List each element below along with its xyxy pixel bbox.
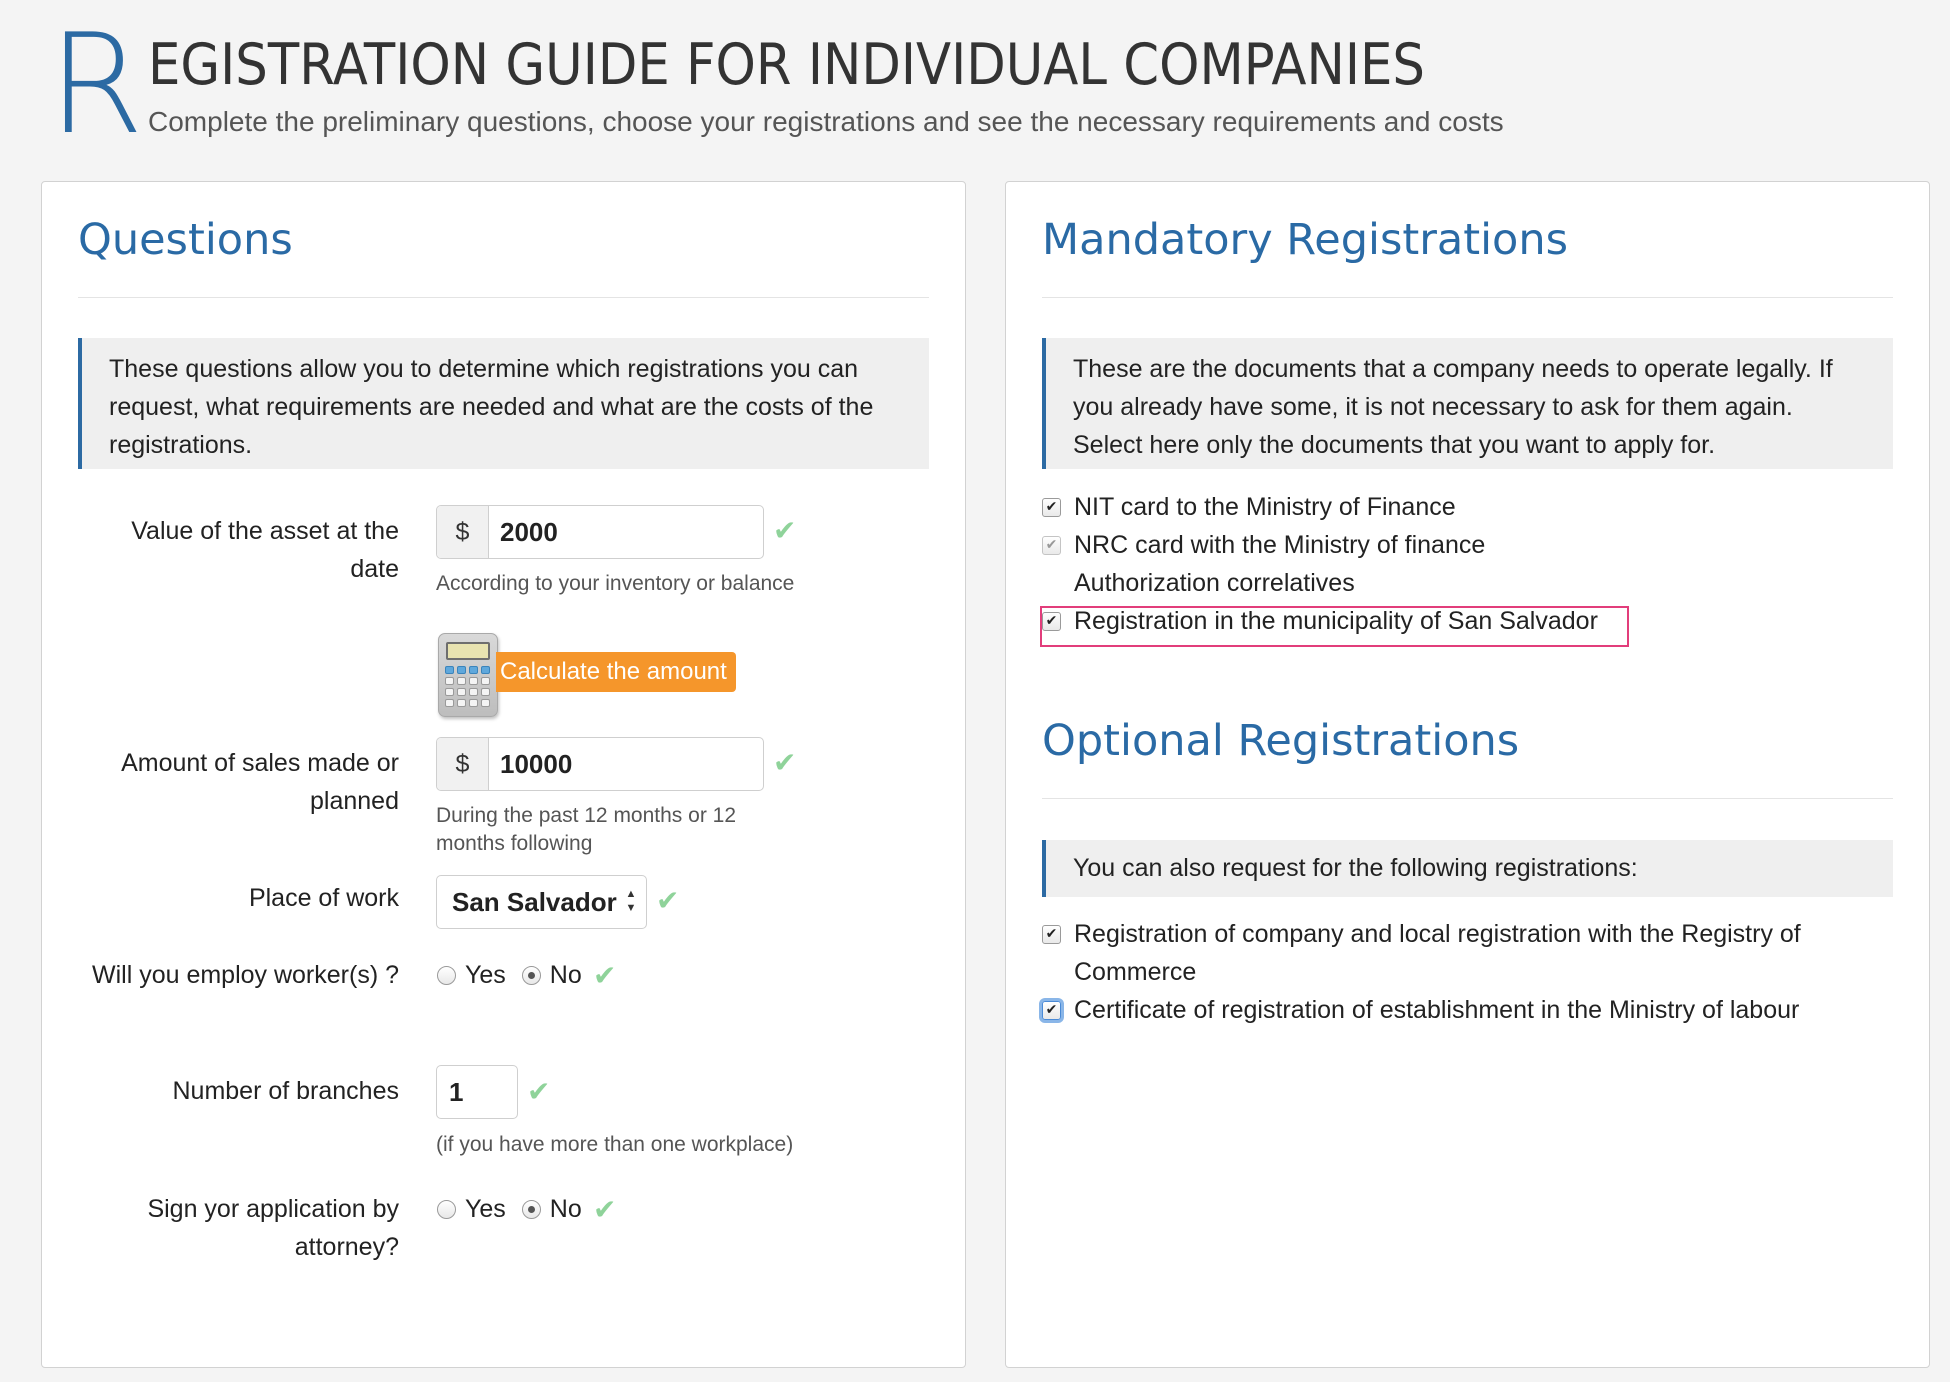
- place-select[interactable]: San Salvador ▲ ▼: [436, 875, 647, 929]
- mandatory-item-authorization: Authorization correlatives: [1042, 564, 1899, 602]
- attorney-radio-group: Yes No: [437, 1190, 598, 1228]
- optional-title: Optional Registrations: [1042, 716, 1520, 766]
- calculator-icon[interactable]: [438, 633, 498, 717]
- select-arrows-icon: ▲ ▼: [625, 888, 637, 914]
- optional-item-labour[interactable]: ✔ Certificate of registration of establi…: [1042, 991, 1899, 1029]
- municipality-label: Registration in the municipality of San …: [1074, 607, 1598, 635]
- branches-help: (if you have more than one workplace): [436, 1133, 794, 1156]
- sales-help: During the past 12 months or 12 months f…: [436, 804, 737, 855]
- attorney-yes-label[interactable]: Yes: [465, 1195, 506, 1224]
- sales-input[interactable]: 10000: [489, 738, 763, 790]
- commerce-label: Registration of company and local regist…: [1074, 920, 1801, 986]
- sales-label: Amount of sales made or planned: [121, 749, 399, 815]
- employ-yes-label[interactable]: Yes: [465, 961, 506, 990]
- labour-label: Certificate of registration of establish…: [1074, 996, 1800, 1024]
- page-subtitle: Complete the preliminary questions, choo…: [148, 106, 1504, 137]
- asset-help: According to your inventory or balance: [436, 572, 795, 595]
- employ-no-radio[interactable]: [521, 965, 541, 985]
- branches-input[interactable]: 1: [436, 1065, 518, 1119]
- asset-input[interactable]: 2000: [489, 506, 763, 558]
- asset-input-group[interactable]: $ 2000: [436, 505, 764, 559]
- mandatory-item-nrc: ✔ NRC card with the Ministry of finance: [1042, 526, 1899, 564]
- sales-input-group[interactable]: $ 10000: [436, 737, 764, 791]
- calculator-keys: [445, 666, 491, 707]
- calculator-screen: [446, 642, 490, 660]
- mandatory-intro: These are the documents that a company n…: [1042, 338, 1893, 469]
- mandatory-item-municipality[interactable]: ✔ Registration in the municipality of Sa…: [1042, 602, 1899, 640]
- mandatory-title: Mandatory Registrations: [1042, 215, 1569, 265]
- authorization-label: Authorization correlatives: [1074, 569, 1355, 597]
- employ-no-label[interactable]: No: [550, 961, 582, 990]
- registrations-panel: Mandatory Registrations These are the do…: [1005, 181, 1930, 1368]
- employ-yes-radio[interactable]: [437, 965, 456, 985]
- title-initial: R: [48, 4, 144, 165]
- questions-panel: Questions These questions allow you to d…: [41, 181, 966, 1368]
- municipality-checkbox[interactable]: ✔: [1042, 612, 1061, 631]
- check-icon: ✔: [656, 884, 680, 917]
- branches-label: Number of branches: [172, 1077, 399, 1105]
- optional-intro: You can also request for the following r…: [1042, 840, 1893, 897]
- divider: [1042, 798, 1893, 799]
- divider: [78, 297, 929, 298]
- page-title: EGISTRATION GUIDE FOR INDIVIDUAL COMPANI…: [148, 32, 1425, 98]
- attorney-label: Sign yor application by attorney?: [147, 1195, 399, 1261]
- nit-label: NIT card to the Ministry of Finance: [1074, 493, 1456, 521]
- check-icon: ✔: [527, 1075, 551, 1108]
- place-label: Place of work: [248, 884, 399, 912]
- page-header: R EGISTRATION GUIDE FOR INDIVIDUAL COMPA…: [48, 4, 1898, 165]
- questions-intro: These questions allow you to determine w…: [78, 338, 929, 469]
- questions-title: Questions: [78, 215, 293, 265]
- optional-item-commerce[interactable]: ✔ Registration of company and local regi…: [1042, 915, 1899, 991]
- check-icon: ✔: [593, 1193, 617, 1226]
- labour-checkbox[interactable]: ✔: [1042, 1001, 1061, 1020]
- divider: [1042, 297, 1893, 298]
- currency-addon: $: [437, 506, 489, 558]
- nit-checkbox[interactable]: ✔: [1042, 498, 1061, 517]
- nrc-checkbox: ✔: [1042, 536, 1061, 555]
- commerce-checkbox[interactable]: ✔: [1042, 925, 1061, 944]
- check-icon: ✔: [773, 746, 797, 779]
- nrc-label: NRC card with the Ministry of finance: [1074, 531, 1486, 559]
- mandatory-item-nit[interactable]: ✔ NIT card to the Ministry of Finance: [1042, 488, 1899, 526]
- place-selected-value: San Salvador: [452, 886, 617, 917]
- check-icon: ✔: [593, 959, 617, 992]
- attorney-yes-radio[interactable]: [437, 1199, 456, 1219]
- check-icon: ✔: [773, 514, 797, 547]
- attorney-no-label[interactable]: No: [550, 1195, 582, 1224]
- asset-label: Value of the asset at the date: [131, 517, 399, 583]
- calculate-amount-button[interactable]: Calculate the amount: [496, 652, 736, 692]
- employ-radio-group: Yes No: [437, 956, 598, 994]
- attorney-no-radio[interactable]: [521, 1199, 541, 1219]
- currency-addon: $: [437, 738, 489, 790]
- employ-label: Will you employ worker(s) ?: [91, 961, 399, 989]
